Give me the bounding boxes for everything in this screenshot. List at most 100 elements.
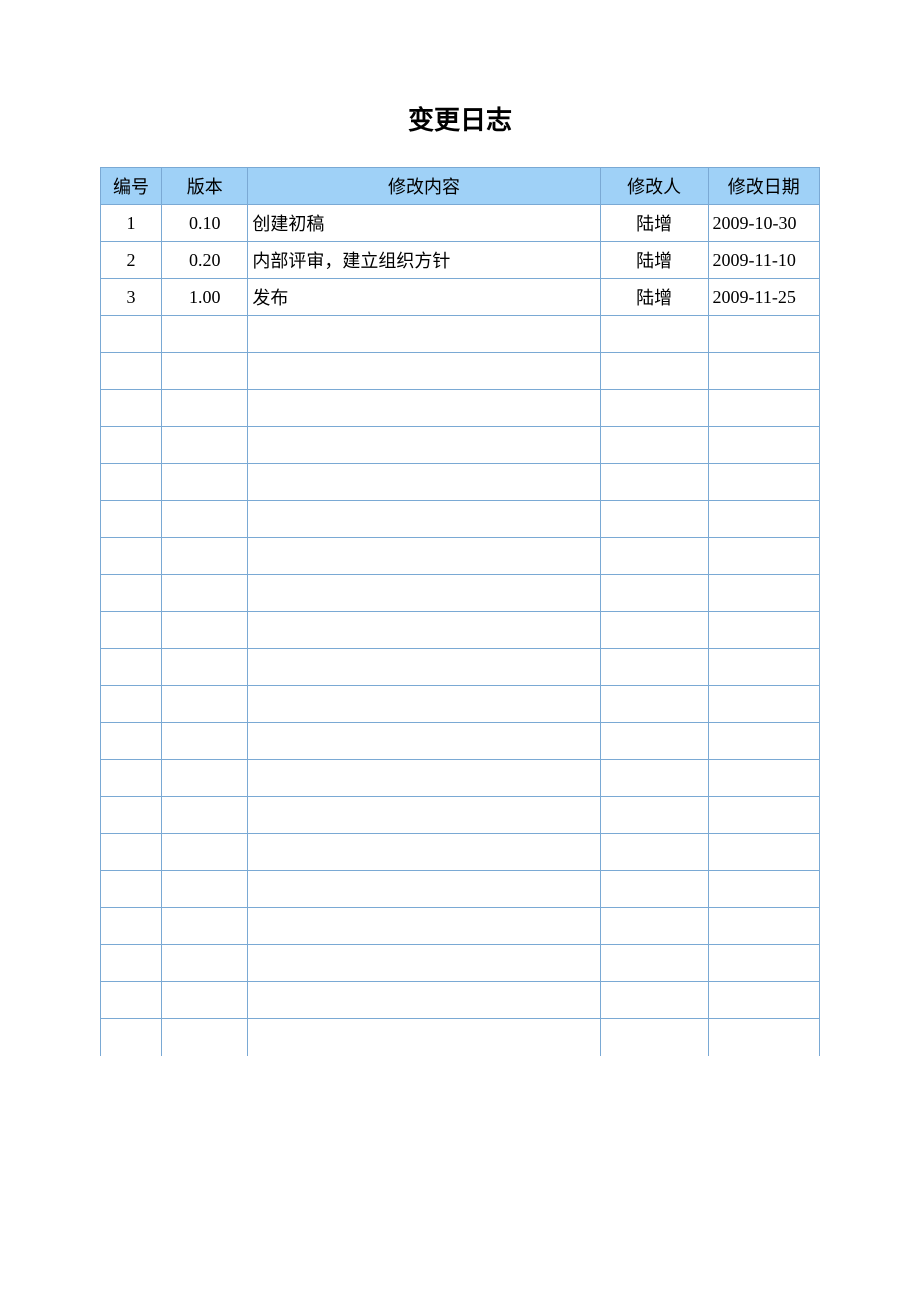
cell-id: 1 — [101, 205, 162, 242]
table-row — [101, 353, 820, 390]
cell-version — [162, 464, 248, 501]
cell-content — [248, 649, 600, 686]
cell-date — [708, 464, 819, 501]
cell-version — [162, 575, 248, 612]
cell-author — [600, 723, 708, 760]
cell-version — [162, 1019, 248, 1056]
cell-author — [600, 538, 708, 575]
cell-id — [101, 575, 162, 612]
cell-version — [162, 353, 248, 390]
cell-author — [600, 797, 708, 834]
cell-date — [708, 871, 819, 908]
cell-author — [600, 501, 708, 538]
cell-date — [708, 575, 819, 612]
cell-date — [708, 353, 819, 390]
cell-content — [248, 871, 600, 908]
table-row — [101, 686, 820, 723]
cell-date: 2009-11-10 — [708, 242, 819, 279]
cell-content — [248, 945, 600, 982]
cell-author — [600, 686, 708, 723]
cell-date: 2009-11-25 — [708, 279, 819, 316]
table-row — [101, 501, 820, 538]
cell-version — [162, 427, 248, 464]
table-row — [101, 760, 820, 797]
table-body: 10.10创建初稿陆增2009-10-3020.20内部评审，建立组织方针陆增2… — [101, 205, 820, 1056]
cell-content — [248, 982, 600, 1019]
cell-id — [101, 649, 162, 686]
cell-id — [101, 501, 162, 538]
cell-content — [248, 908, 600, 945]
header-content: 修改内容 — [248, 168, 600, 205]
cell-author — [600, 353, 708, 390]
cell-version — [162, 797, 248, 834]
cell-date — [708, 612, 819, 649]
cell-content — [248, 1019, 600, 1056]
cell-id — [101, 686, 162, 723]
header-date: 修改日期 — [708, 168, 819, 205]
table-row — [101, 575, 820, 612]
cell-version — [162, 871, 248, 908]
cell-version — [162, 982, 248, 1019]
header-id: 编号 — [101, 168, 162, 205]
table-row: 10.10创建初稿陆增2009-10-30 — [101, 205, 820, 242]
cell-id — [101, 612, 162, 649]
table-row — [101, 945, 820, 982]
cell-date — [708, 538, 819, 575]
header-author: 修改人 — [600, 168, 708, 205]
cell-content — [248, 353, 600, 390]
table-row — [101, 723, 820, 760]
cell-content — [248, 316, 600, 353]
cell-id — [101, 945, 162, 982]
cell-id — [101, 797, 162, 834]
cell-version — [162, 834, 248, 871]
table-header-row: 编号 版本 修改内容 修改人 修改日期 — [101, 168, 820, 205]
cell-version — [162, 649, 248, 686]
cell-version — [162, 686, 248, 723]
table-row — [101, 908, 820, 945]
cell-author — [600, 390, 708, 427]
cell-id — [101, 353, 162, 390]
cell-date — [708, 982, 819, 1019]
table-row — [101, 538, 820, 575]
cell-author — [600, 982, 708, 1019]
cell-content — [248, 686, 600, 723]
cell-date — [708, 1019, 819, 1056]
cell-version — [162, 390, 248, 427]
table-row — [101, 316, 820, 353]
table-row — [101, 649, 820, 686]
cell-id — [101, 316, 162, 353]
cell-id — [101, 760, 162, 797]
cell-content — [248, 538, 600, 575]
header-version: 版本 — [162, 168, 248, 205]
cell-author — [600, 760, 708, 797]
cell-author — [600, 834, 708, 871]
cell-date — [708, 945, 819, 982]
cell-date — [708, 427, 819, 464]
cell-date: 2009-10-30 — [708, 205, 819, 242]
cell-id — [101, 834, 162, 871]
table-row — [101, 464, 820, 501]
cell-id — [101, 871, 162, 908]
cell-id — [101, 464, 162, 501]
table-row — [101, 390, 820, 427]
cell-author — [600, 316, 708, 353]
cell-version — [162, 501, 248, 538]
table-row — [101, 834, 820, 871]
table-row: 31.00发布陆增2009-11-25 — [101, 279, 820, 316]
cell-date — [708, 316, 819, 353]
cell-date — [708, 760, 819, 797]
cell-version: 0.20 — [162, 242, 248, 279]
cell-content — [248, 427, 600, 464]
cell-id — [101, 390, 162, 427]
cell-content — [248, 723, 600, 760]
cell-version — [162, 316, 248, 353]
cell-content — [248, 464, 600, 501]
cell-id: 3 — [101, 279, 162, 316]
cell-content — [248, 575, 600, 612]
table-row — [101, 797, 820, 834]
cell-author: 陆增 — [600, 279, 708, 316]
table-row — [101, 871, 820, 908]
cell-author — [600, 945, 708, 982]
cell-author — [600, 1019, 708, 1056]
cell-author — [600, 427, 708, 464]
